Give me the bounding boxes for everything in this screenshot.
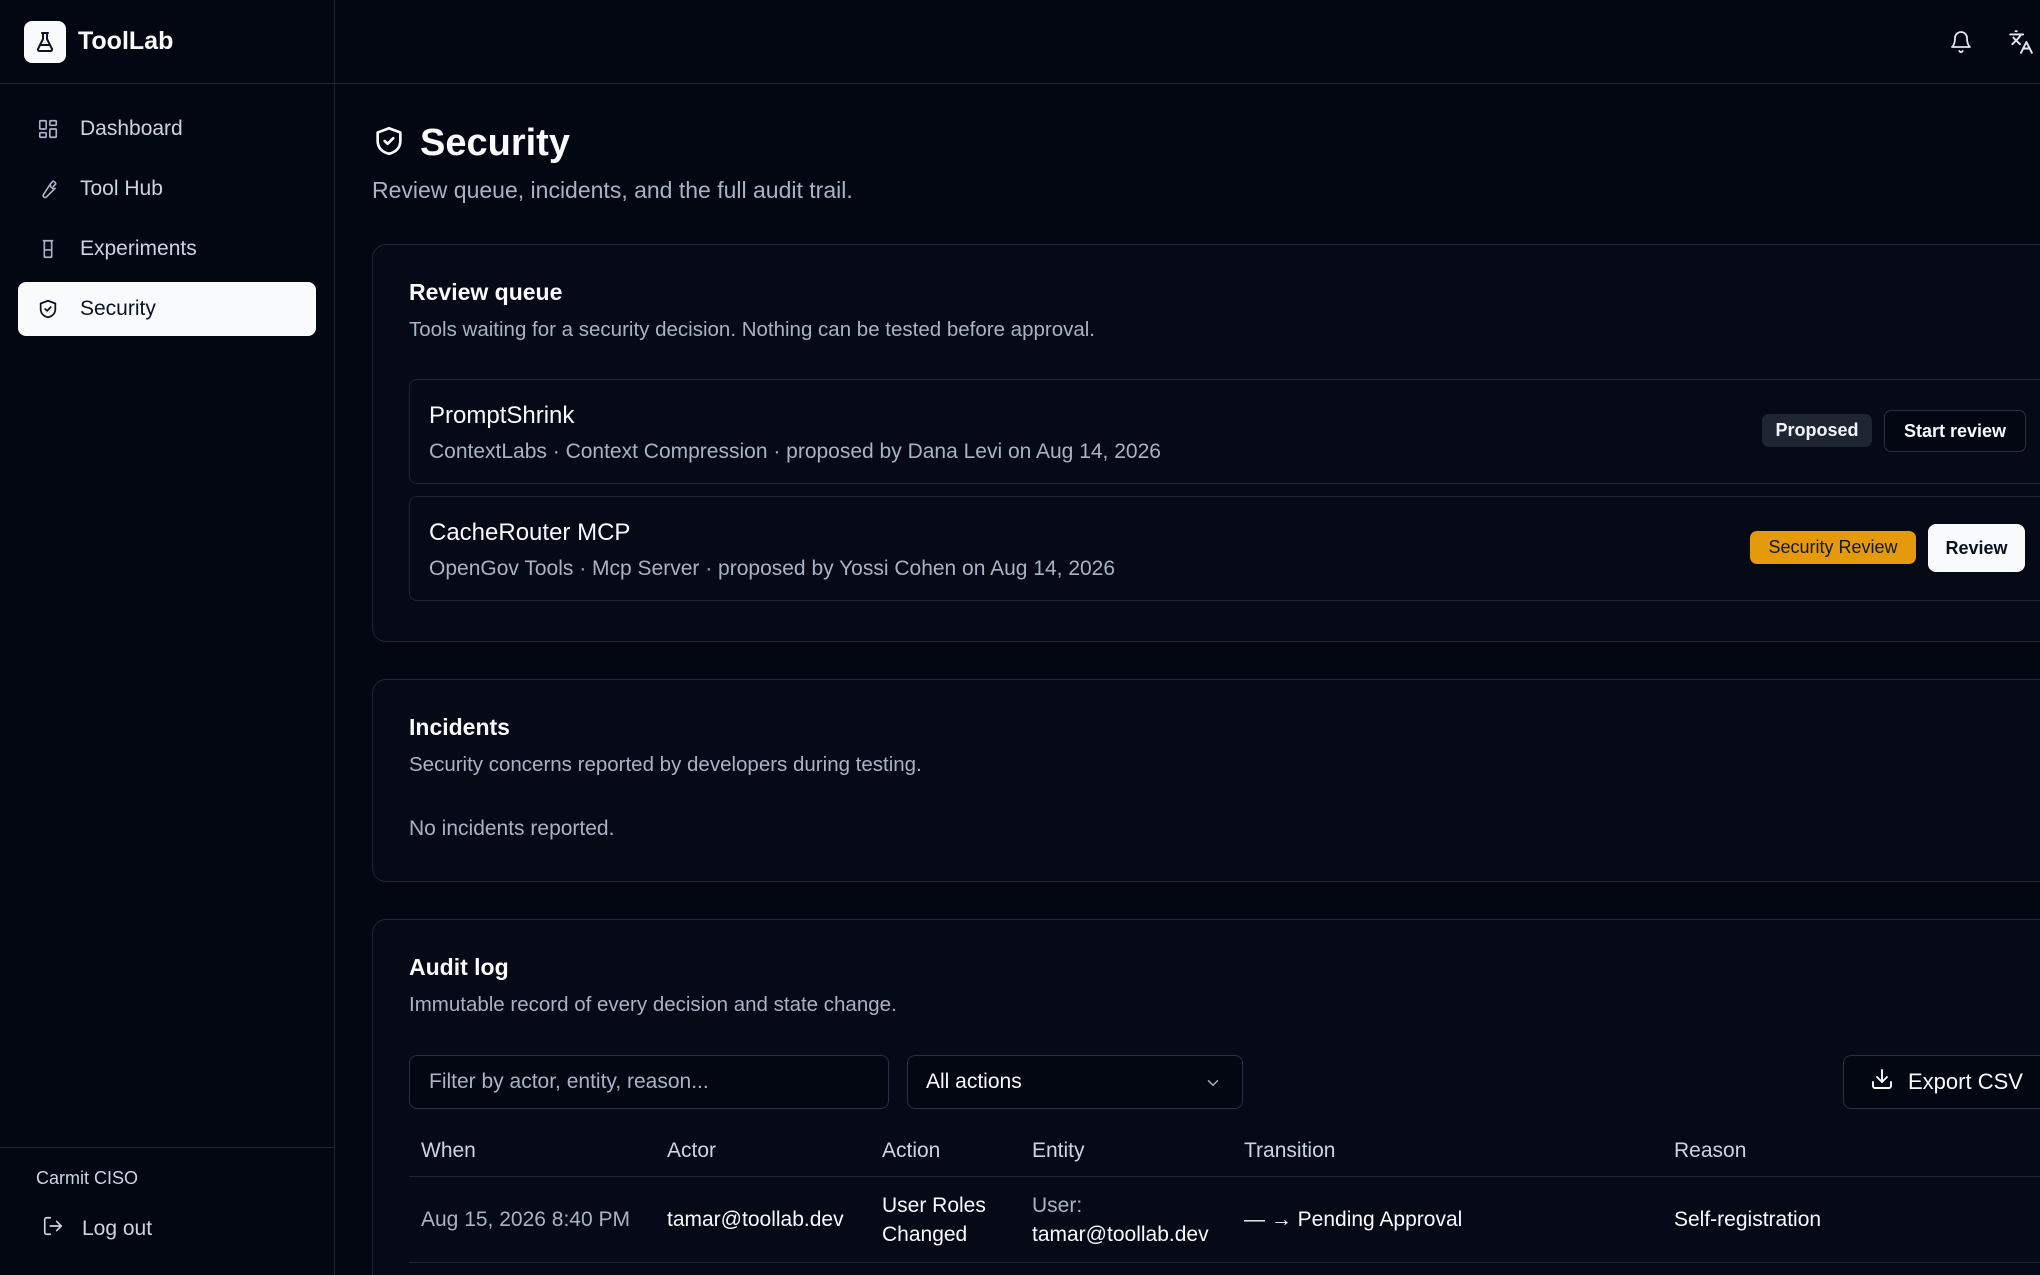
page-header: Security bbox=[372, 122, 2040, 165]
flask-icon bbox=[36, 237, 60, 261]
incidents-description: Security concerns reported by developers… bbox=[409, 753, 922, 776]
audit-log-title: Audit log bbox=[409, 954, 509, 980]
sidebar-item-label: Tool Hub bbox=[80, 177, 163, 200]
shield-icon bbox=[372, 124, 406, 163]
audit-log-description: Immutable record of every decision and s… bbox=[409, 993, 897, 1016]
page-subtitle: Review queue, incidents, and the full au… bbox=[372, 177, 853, 203]
cell-entity: User: tamar@toollab.dev bbox=[1032, 1191, 1209, 1249]
audit-table: When Actor Action Entity Transition Reas… bbox=[409, 1125, 2040, 1263]
cell-entity-value: tamar@toollab.dev bbox=[1032, 1223, 1209, 1246]
sidebar-item-label: Security bbox=[80, 297, 156, 320]
start-review-button[interactable]: Start review bbox=[1884, 410, 2026, 452]
review-button[interactable]: Review bbox=[1928, 524, 2025, 572]
cell-transition: — → Pending Approval bbox=[1244, 1208, 1463, 1231]
main-content: Security Review queue, incidents, and th… bbox=[372, 84, 2040, 1275]
cell-action-line: Changed bbox=[882, 1223, 968, 1246]
action-filter-select[interactable]: All actions bbox=[907, 1055, 1243, 1109]
select-value: All actions bbox=[926, 1070, 1022, 1093]
flask-logo-icon bbox=[24, 20, 66, 63]
queue-item: CacheRouter MCP OpenGov Tools · Mcp Serv… bbox=[409, 496, 2040, 601]
sidebar-item-experiments[interactable]: Experiments bbox=[18, 222, 316, 276]
cell-entity-type: User: bbox=[1032, 1194, 1083, 1217]
bell-icon[interactable] bbox=[1947, 28, 1975, 56]
review-queue-card: Review queue Tools waiting for a securit… bbox=[372, 244, 2040, 642]
page-title: Security bbox=[420, 122, 570, 164]
status-badge: Proposed bbox=[1762, 414, 1872, 447]
incidents-title: Incidents bbox=[409, 714, 510, 740]
sidebar-item-tool-hub[interactable]: Tool Hub bbox=[18, 162, 316, 216]
column-header-reason[interactable]: Reason bbox=[1674, 1139, 1746, 1163]
sidebar-footer: Carmit CISO Log out bbox=[0, 1147, 334, 1275]
review-queue-description: Tools waiting for a security decision. N… bbox=[409, 318, 1095, 341]
table-header: When Actor Action Entity Transition Reas… bbox=[409, 1125, 2040, 1177]
app-name: ToolLab bbox=[78, 27, 174, 55]
logout-button[interactable]: Log out bbox=[36, 1215, 334, 1243]
table-row[interactable]: Aug 15, 2026 8:40 PM tamar@toollab.dev U… bbox=[409, 1177, 2040, 1263]
incidents-empty-state: No incidents reported. bbox=[409, 817, 615, 840]
export-csv-label: Export CSV bbox=[1908, 1069, 2023, 1094]
audit-filter-input[interactable] bbox=[409, 1055, 889, 1109]
wrench-icon bbox=[36, 177, 60, 201]
cell-when: Aug 15, 2026 8:40 PM bbox=[421, 1208, 630, 1231]
brand[interactable]: ToolLab bbox=[0, 0, 334, 84]
shield-icon bbox=[36, 297, 60, 321]
queue-item: PromptShrink ContextLabs · Context Compr… bbox=[409, 379, 2040, 484]
cell-action-line: User Roles bbox=[882, 1194, 986, 1217]
column-header-actor[interactable]: Actor bbox=[667, 1139, 716, 1163]
sidebar-nav: Dashboard Tool Hub Experiments Security bbox=[0, 84, 334, 336]
chevron-down-icon bbox=[1204, 1074, 1222, 1098]
review-queue-title: Review queue bbox=[409, 279, 563, 305]
column-header-action[interactable]: Action bbox=[882, 1139, 940, 1163]
current-user: Carmit CISO bbox=[36, 1168, 139, 1188]
column-header-entity[interactable]: Entity bbox=[1032, 1139, 1085, 1163]
logout-icon bbox=[42, 1215, 64, 1243]
logout-label: Log out bbox=[82, 1217, 153, 1240]
topbar bbox=[335, 0, 2040, 84]
sidebar-item-label: Experiments bbox=[80, 237, 197, 260]
status-badge: Security Review bbox=[1750, 531, 1916, 564]
audit-log-card: Audit log Immutable record of every deci… bbox=[372, 919, 2040, 1275]
cell-action: User Roles Changed bbox=[882, 1191, 986, 1249]
sidebar-item-label: Dashboard bbox=[80, 117, 183, 140]
translate-icon[interactable] bbox=[2007, 28, 2035, 56]
column-header-transition[interactable]: Transition bbox=[1244, 1139, 1335, 1163]
sidebar-item-security[interactable]: Security bbox=[18, 282, 316, 336]
download-icon bbox=[1870, 1067, 1894, 1097]
cell-reason: Self-registration bbox=[1674, 1208, 1822, 1231]
column-header-when[interactable]: When bbox=[421, 1139, 476, 1163]
sidebar: ToolLab Dashboard Tool Hub Experiments S… bbox=[0, 0, 335, 1275]
review-queue-list: PromptShrink ContextLabs · Context Compr… bbox=[409, 379, 2040, 601]
cell-actor: tamar@toollab.dev bbox=[667, 1208, 844, 1231]
sidebar-item-dashboard[interactable]: Dashboard bbox=[18, 102, 316, 156]
dashboard-icon bbox=[36, 117, 60, 141]
audit-controls: All actions Export CSV bbox=[409, 1055, 2040, 1109]
incidents-card: Incidents Security concerns reported by … bbox=[372, 679, 2040, 882]
export-csv-button[interactable]: Export CSV bbox=[1843, 1055, 2040, 1109]
